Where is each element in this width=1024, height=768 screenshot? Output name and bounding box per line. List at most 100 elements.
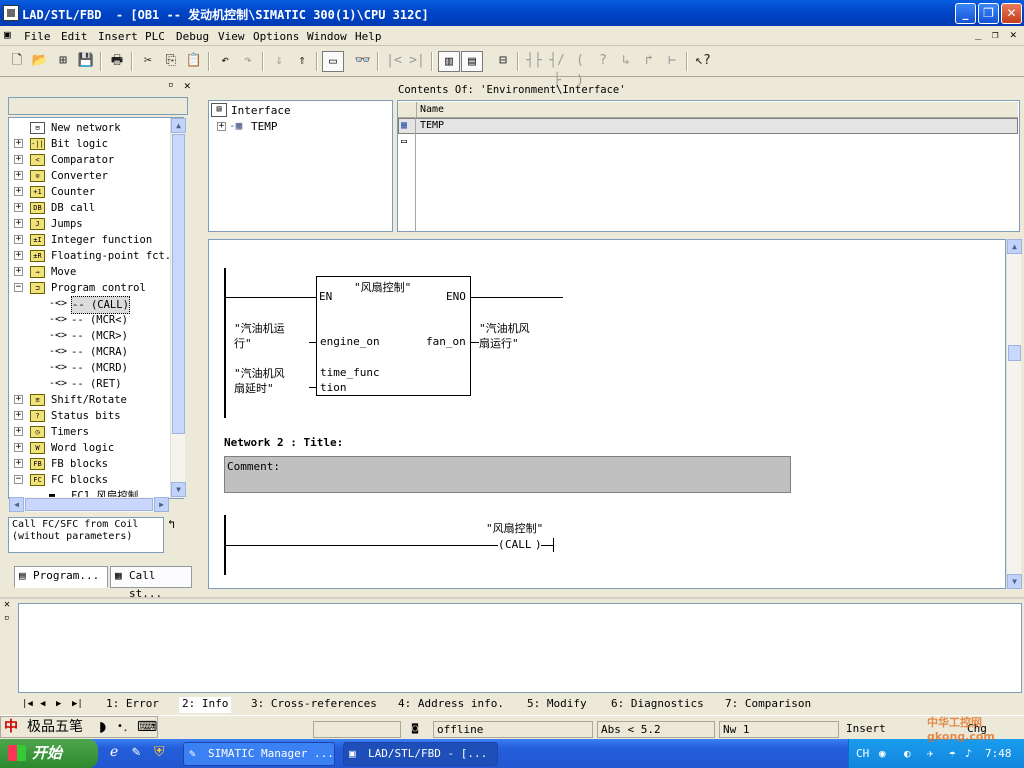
menu-options[interactable]: Options xyxy=(253,30,299,43)
close-branch-icon[interactable]: ↱ xyxy=(638,51,660,72)
expand-icon[interactable]: + xyxy=(14,155,23,164)
tab-prev-icon[interactable]: ◀ xyxy=(40,697,45,713)
quicklaunch-shield-icon[interactable]: ⛨ xyxy=(154,744,165,760)
call-coil-open[interactable]: ( xyxy=(498,538,505,551)
editor-vertical-scrollbar[interactable]: ▲ ▼ xyxy=(1006,239,1022,589)
tab-program-elements[interactable]: ▤ Program... xyxy=(14,566,108,588)
ime-halfwidth-icon[interactable]: ◗ xyxy=(99,717,106,737)
tab-diagnostics[interactable]: 6: Diagnostics xyxy=(611,697,704,713)
expand-icon[interactable]: + xyxy=(14,459,23,468)
tab-call-structure[interactable]: ▦ Call st... xyxy=(110,566,192,600)
scroll-up-icon[interactable]: ▲ xyxy=(171,118,186,133)
mdi-restore-icon[interactable]: ❐ xyxy=(992,28,999,41)
menu-help[interactable]: Help xyxy=(355,30,382,43)
tree-item[interactable]: + ◷ Timers xyxy=(9,424,174,440)
tree-item[interactable]: + ≡ Shift/Rotate xyxy=(9,392,174,408)
interface-root[interactable]: Interface xyxy=(231,104,291,117)
menu-file[interactable]: File xyxy=(24,30,51,43)
copy-icon[interactable]: ⎘ xyxy=(160,51,182,72)
start-button[interactable]: 开始 xyxy=(0,739,98,768)
task-simatic-manager[interactable]: ✎ SIMATIC Manager ... xyxy=(183,742,335,766)
tree-item[interactable]: -<> -- (CALL) xyxy=(9,296,174,314)
expand-icon[interactable]: + xyxy=(14,267,23,276)
scroll-thumb[interactable] xyxy=(172,134,185,434)
language-indicator[interactable]: CH xyxy=(856,739,869,768)
no-contact-icon[interactable]: ┤├ xyxy=(523,51,545,72)
expand-icon[interactable]: + xyxy=(14,251,23,260)
ime-logo-icon[interactable]: 中 xyxy=(4,717,18,737)
paste-icon[interactable]: 📋 xyxy=(183,51,205,72)
details-close-icon[interactable]: ✕ xyxy=(4,599,10,610)
details-icon[interactable]: ▤ xyxy=(461,51,483,72)
tree-item[interactable]: + ±R Floating-point fct. xyxy=(9,248,174,264)
tree-item[interactable]: -<> -- (MCR>) xyxy=(9,328,174,344)
expand-icon[interactable]: + xyxy=(14,427,23,436)
expand-icon[interactable]: + xyxy=(14,443,23,452)
tab-last-icon[interactable]: ▶| xyxy=(72,697,83,713)
expand-icon[interactable]: + xyxy=(14,411,23,420)
tree-item[interactable]: + -|| Bit logic xyxy=(9,136,174,152)
tree-item[interactable]: + DB DB call xyxy=(9,200,174,216)
overview-icon[interactable]: ▭ xyxy=(322,51,344,72)
expand-icon[interactable]: + xyxy=(14,395,23,404)
expand-icon[interactable]: + xyxy=(14,203,23,212)
mdi-minimize-icon[interactable]: _ xyxy=(975,27,982,40)
save-icon[interactable]: 💾 xyxy=(75,51,97,72)
menu-insert[interactable]: Insert xyxy=(98,30,138,43)
minimize-button[interactable]: _ xyxy=(955,3,976,24)
tree-item[interactable]: -<> -- (MCRA) xyxy=(9,344,174,360)
expand-icon[interactable]: + xyxy=(14,139,23,148)
tree-item[interactable]: − ⊐ Program control xyxy=(9,280,174,296)
tree-item[interactable]: -<> -- (MCR<) xyxy=(9,312,174,328)
expand-icon[interactable]: + xyxy=(14,235,23,244)
insert-element-icon[interactable]: ↰ xyxy=(168,517,175,531)
menu-edit[interactable]: Edit xyxy=(61,30,88,43)
editor-scroll-down-icon[interactable]: ▼ xyxy=(1007,574,1022,589)
ime-name[interactable]: 极品五笔 xyxy=(27,717,83,737)
tree-item[interactable]: − FC FC blocks xyxy=(9,472,174,488)
nc-contact-icon[interactable]: ┤/├ xyxy=(546,51,568,88)
table-row[interactable]: ▦ TEMP xyxy=(398,118,1018,134)
previous-icon[interactable]: |< xyxy=(383,51,405,72)
app-icon[interactable] xyxy=(3,5,19,21)
collapse-icon[interactable]: − xyxy=(14,283,23,292)
tree-item[interactable]: + W Word logic xyxy=(9,440,174,456)
ime-keyboard-icon[interactable]: ⌨ xyxy=(137,717,157,737)
menu-debug[interactable]: Debug xyxy=(176,30,209,43)
new-network-icon[interactable]: ⊟ xyxy=(492,51,514,72)
print-icon[interactable]: 🖶 xyxy=(106,51,128,72)
interface-temp[interactable]: TEMP xyxy=(251,120,278,133)
tree-item[interactable]: ⊟ New network xyxy=(9,120,174,136)
tree-item[interactable]: + < Comparator xyxy=(9,152,174,168)
tree-item[interactable]: -<> -- (RET) xyxy=(9,376,174,392)
network-2-title[interactable]: Network 2 : Title: xyxy=(224,436,343,449)
tree-vertical-scrollbar[interactable]: ▲ ▼ xyxy=(170,118,186,498)
undo-icon[interactable]: ↶ xyxy=(214,51,236,72)
tree-item[interactable]: + ⊙ Converter xyxy=(9,168,174,184)
call-coil[interactable]: CALL xyxy=(505,538,532,551)
scroll-right-icon[interactable]: ▶ xyxy=(154,497,169,512)
cut-icon[interactable]: ✂ xyxy=(137,51,159,72)
accessible-nodes-icon[interactable]: ⊞ xyxy=(52,51,74,72)
tab-cross-references[interactable]: 3: Cross-references xyxy=(251,697,377,713)
open-branch-icon[interactable]: ↳ xyxy=(615,51,637,72)
interface-tree[interactable]: ▤ Interface + -▦ TEMP xyxy=(208,100,393,232)
upload-icon[interactable]: ⇑ xyxy=(291,51,313,72)
next-icon[interactable]: >| xyxy=(406,51,428,72)
tree-item[interactable]: +? Status bits xyxy=(9,408,174,424)
expand-temp-icon[interactable]: + xyxy=(217,122,226,131)
tab-first-icon[interactable]: |◀ xyxy=(22,697,33,713)
close-button[interactable]: ✕ xyxy=(1001,3,1022,24)
tree-item[interactable]: + → Move xyxy=(9,264,174,280)
input-fan-delay[interactable]: "汽油机风 扇延时" xyxy=(234,366,285,396)
editor-scroll-thumb[interactable] xyxy=(1008,345,1021,361)
panel-dock-icon[interactable]: ▫ xyxy=(168,80,173,90)
coil-icon[interactable]: ( ) xyxy=(569,51,591,88)
input-engine-running[interactable]: "汽油机运 行" xyxy=(234,321,285,351)
ie-icon[interactable]: ℯ xyxy=(110,744,118,760)
task-lad-stl-fbd[interactable]: ▣ LAD/STL/FBD - [... xyxy=(343,742,498,766)
ladder-editor[interactable]: "风扇控制" EN ENO engine_on fan_on time_func… xyxy=(208,239,1006,589)
help-icon[interactable]: ↖? xyxy=(692,51,714,72)
download-icon[interactable]: ⇓ xyxy=(268,51,290,72)
tree-item[interactable]: + FB FB blocks xyxy=(9,456,174,472)
